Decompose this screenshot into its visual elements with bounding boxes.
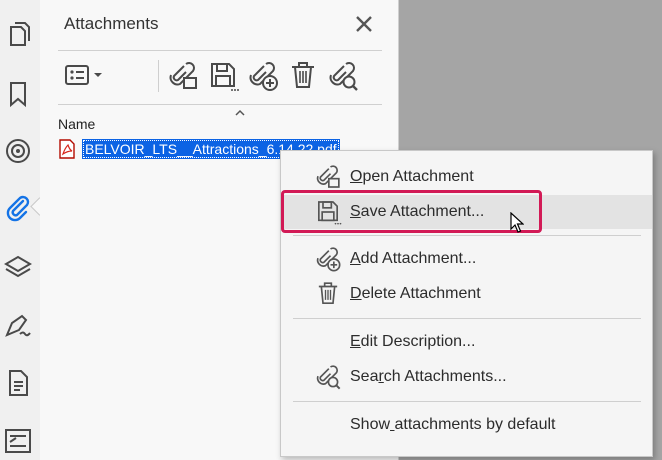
menu-item-add-attachment[interactable]: Add Attachment... bbox=[281, 242, 652, 276]
panel-title: Attachments bbox=[64, 14, 159, 33]
toolbar-separator bbox=[158, 60, 159, 92]
document-icon[interactable] bbox=[2, 367, 34, 399]
search-attachments-icon[interactable] bbox=[326, 58, 360, 94]
mouse-cursor-icon bbox=[510, 212, 524, 233]
compare-icon[interactable] bbox=[2, 424, 34, 456]
highlight-annotation bbox=[281, 190, 542, 233]
layers-target-icon[interactable] bbox=[2, 135, 34, 167]
menu-item-open-attachment[interactable]: Open Attachment bbox=[281, 160, 652, 194]
close-icon[interactable] bbox=[353, 13, 375, 35]
open-attachment-icon bbox=[313, 162, 343, 192]
add-attachment-icon bbox=[313, 244, 343, 274]
add-attachment-icon[interactable] bbox=[246, 58, 280, 94]
menu-separator bbox=[293, 401, 641, 402]
menu-item-edit-description[interactable]: Edit Description... bbox=[281, 325, 652, 359]
menu-item-show-attachments-by-default[interactable]: Show attachments by default bbox=[281, 408, 652, 442]
search-attachments-icon bbox=[313, 362, 343, 392]
menu-item-label: Open Attachment bbox=[350, 168, 474, 185]
paperclip-icon[interactable] bbox=[2, 192, 34, 224]
menu-item-label: Search Attachments... bbox=[350, 368, 507, 385]
signature-icon[interactable] bbox=[2, 310, 34, 342]
menu-item-label: Add Attachment... bbox=[350, 250, 477, 267]
menu-item-label: Delete Attachment bbox=[350, 285, 481, 302]
delete-icon[interactable] bbox=[286, 58, 320, 94]
menu-item-label: Show attachments by default bbox=[350, 416, 556, 433]
stack-layers-icon[interactable] bbox=[2, 252, 34, 284]
sort-ascending-icon[interactable] bbox=[233, 108, 247, 118]
bookmark-icon[interactable] bbox=[2, 78, 34, 110]
menu-separator bbox=[293, 318, 641, 319]
open-attachment-icon[interactable] bbox=[166, 58, 200, 94]
pdf-file-icon bbox=[59, 139, 75, 159]
save-attachment-icon[interactable] bbox=[206, 58, 240, 94]
header-divider bbox=[58, 50, 382, 51]
column-header-name[interactable]: Name bbox=[58, 116, 95, 132]
menu-item-delete-attachment[interactable]: Delete Attachment bbox=[281, 277, 652, 311]
menu-item-search-attachments[interactable]: Search Attachments... bbox=[281, 360, 652, 394]
options-dropdown-icon[interactable] bbox=[62, 58, 110, 94]
navigation-pane bbox=[0, 0, 41, 460]
pages-icon[interactable] bbox=[2, 20, 34, 52]
menu-separator bbox=[293, 235, 641, 236]
menu-item-label: Edit Description... bbox=[350, 333, 476, 350]
toolbar-divider bbox=[58, 104, 382, 105]
delete-icon bbox=[313, 279, 343, 309]
